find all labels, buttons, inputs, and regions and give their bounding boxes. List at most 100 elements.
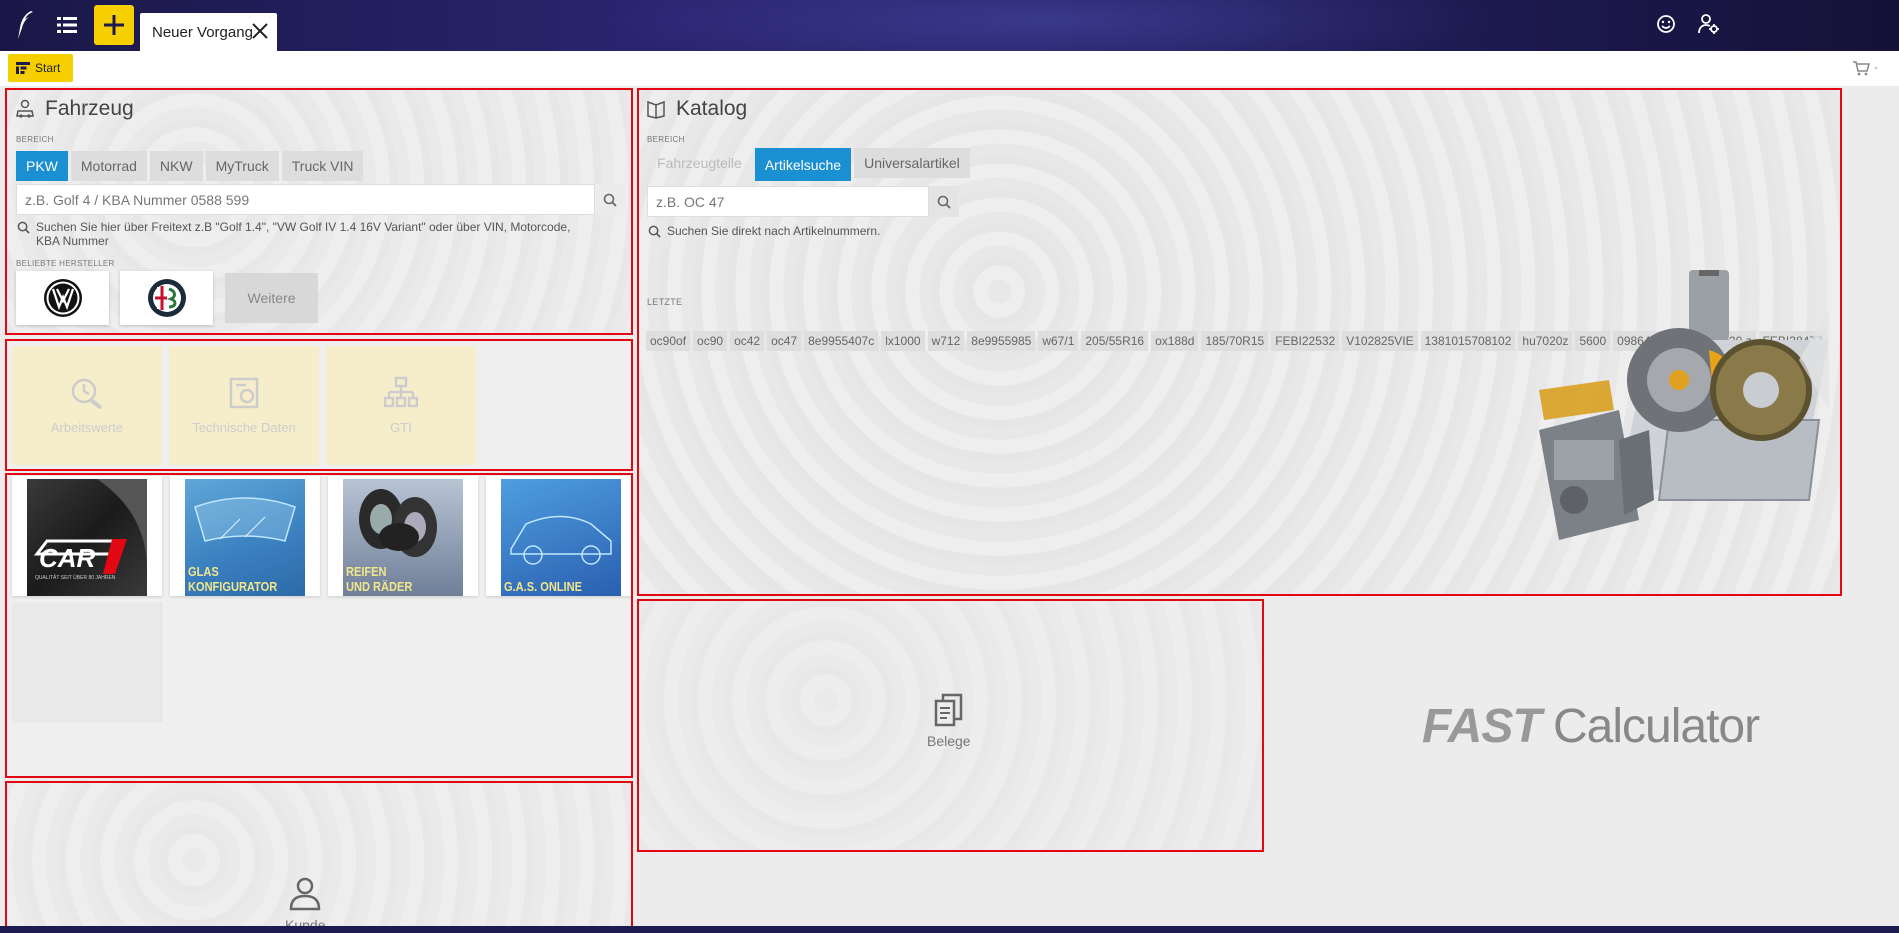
tile-gti-label: GTI — [390, 420, 412, 435]
recent-search-chip[interactable]: lx1000 — [881, 331, 925, 351]
tile-reifen-und-raeder[interactable]: REIFEN UND RÄDER — [328, 476, 478, 596]
tab-neuer-vorgang[interactable]: Neuer Vorgang — [140, 13, 277, 51]
fast-brand: FAST — [1422, 700, 1542, 753]
recent-search-chip[interactable]: w67/1 — [1038, 331, 1079, 351]
belege-label: Belege — [927, 733, 971, 749]
article-search-button[interactable] — [929, 186, 959, 217]
bereich-label: BEREICH — [16, 135, 54, 144]
recent-search-chip[interactable]: FEBI22532 — [1271, 331, 1340, 351]
tile-technische-daten[interactable]: Technische Daten — [169, 346, 319, 465]
empty-tile — [12, 602, 162, 722]
close-icon[interactable] — [251, 22, 269, 40]
gti-icon — [384, 376, 418, 408]
cart-button[interactable]: - — [1852, 59, 1888, 77]
recent-search-chip[interactable]: oc90of — [646, 331, 691, 351]
logo-icon[interactable] — [10, 8, 40, 42]
recent-search-chip[interactable]: 205/55R16 — [1081, 331, 1149, 351]
vw-logo-icon — [43, 279, 82, 317]
tile-arbeitswerte[interactable]: Arbeitswerte — [12, 346, 162, 465]
belege-button[interactable]: Belege — [927, 693, 971, 749]
glas-label: GLAS KONFIGURATOR — [188, 564, 278, 594]
alfa-romeo-logo-icon — [147, 279, 186, 317]
tile-gti[interactable]: GTI — [326, 346, 476, 465]
recent-search-chip[interactable]: ox188d — [1151, 331, 1199, 351]
top-bar-glow — [600, 0, 1500, 51]
documents-icon — [934, 693, 963, 727]
workarea: Start - Fahrzeug BEREICH PKW Motorrad NK… — [0, 51, 1899, 933]
start-label: Start — [35, 61, 61, 75]
tile-gas-online[interactable]: G.A.S. ONLINE — [486, 476, 631, 596]
katalog-title: Katalog — [646, 97, 747, 121]
car1-logo: CARQUALITÄT SEIT ÜBER 80 JAHREN — [33, 479, 147, 581]
bottom-strip — [0, 926, 1899, 933]
recent-search-chip[interactable]: 8e9955985 — [967, 331, 1036, 351]
top-bar: Neuer Vorgang — [0, 0, 1899, 51]
tab-fahrzeugteile[interactable]: Fahrzeugteile — [647, 148, 752, 178]
fahrzeug-title: Fahrzeug — [15, 97, 134, 121]
maker-alfa-romeo[interactable] — [120, 271, 213, 325]
user-settings-icon[interactable] — [1698, 12, 1720, 36]
fahrzeug-tabs: PKW Motorrad NKW MyTruck Truck VIN — [16, 151, 364, 181]
recent-search-chip[interactable]: oc42 — [730, 331, 765, 351]
kunde-panel[interactable]: Kunde — [5, 781, 633, 933]
tab-universalartikel[interactable]: Universalartikel — [854, 148, 970, 178]
search-icon — [17, 221, 30, 234]
reifen-label: REIFEN UND RÄDER — [346, 564, 413, 594]
fast-calculator-logo[interactable]: FAST Calculator — [1422, 699, 1760, 754]
maker-vw[interactable] — [16, 271, 109, 325]
recent-search-chip[interactable]: 185/70R15 — [1201, 331, 1269, 351]
tab-motorrad[interactable]: Motorrad — [70, 151, 147, 181]
clock-wrench-icon — [71, 378, 103, 410]
tab-truck-vin[interactable]: Truck VIN — [281, 151, 364, 181]
menu-icon[interactable] — [52, 10, 82, 40]
car1-logo-text: CAR — [39, 543, 96, 573]
tab-pkw[interactable]: PKW — [16, 151, 68, 181]
recent-search-chip[interactable]: 8e9955407c — [804, 331, 879, 351]
tile-technische-daten-label: Technische Daten — [192, 420, 296, 435]
search-icon — [648, 225, 661, 238]
recent-search-chip[interactable]: V102825VIE — [1342, 331, 1418, 351]
imagetiles-panel: CAR QUALITÄT SEIT ÜBER 80 JAHREN GLAS KONF… — [5, 473, 633, 778]
plus-icon[interactable] — [94, 5, 134, 45]
car1-image: CAR QUALITÄT SEIT ÜBER 80 JAHREN — [27, 479, 147, 596]
smiley-icon[interactable] — [1655, 13, 1677, 35]
cart-count: - — [1874, 62, 1878, 74]
parts-illustration — [1539, 270, 1829, 540]
person-icon — [289, 877, 321, 911]
katalog-panel: Katalog BEREICH Fahrzeugteile Artikelsuc… — [637, 88, 1842, 596]
vehicle-search-button[interactable] — [595, 184, 625, 215]
recent-search-chip[interactable]: w712 — [927, 331, 965, 351]
article-search-hint: Suchen Sie direkt nach Artikelnummern. — [648, 224, 880, 238]
article-search-input[interactable]: z.B. OC 47 — [647, 186, 929, 217]
car-user-icon — [16, 99, 34, 118]
tab-artikelsuche[interactable]: Artikelsuche — [754, 148, 852, 181]
search-icon — [603, 193, 617, 207]
search-icon — [937, 195, 951, 209]
more-makers-button[interactable]: Weitere — [225, 273, 318, 323]
vehicle-search-hint-text: Suchen Sie hier über Freitext z.B "Golf … — [36, 220, 571, 248]
start-icon — [16, 62, 30, 74]
tile-car1[interactable]: CAR QUALITÄT SEIT ÜBER 80 JAHREN — [12, 476, 162, 596]
fahrzeug-panel: Fahrzeug BEREICH PKW Motorrad NKW MyTruc… — [5, 88, 633, 335]
vehicle-search-input[interactable]: z.B. Golf 4 / KBA Nummer 0588 599 — [16, 184, 595, 215]
tech-data-icon — [229, 377, 259, 409]
tab-nkw[interactable]: NKW — [149, 151, 203, 181]
start-button[interactable]: Start — [8, 54, 73, 82]
recent-search-chip[interactable]: oc90 — [693, 331, 728, 351]
fast-product: Calculator — [1553, 700, 1760, 753]
katalog-title-text: Katalog — [676, 97, 748, 120]
tab-mytruck[interactable]: MyTruck — [205, 151, 279, 181]
sub-bar: Start - — [0, 51, 1899, 86]
fahrzeug-title-text: Fahrzeug — [45, 97, 134, 120]
vehicle-search-hint: Suchen Sie hier über Freitext z.B "Golf … — [17, 220, 587, 248]
katalog-bereich-label: BEREICH — [647, 135, 685, 144]
kunde-button[interactable]: Kunde — [285, 875, 325, 933]
tile-glas-konfigurator[interactable]: GLAS KONFIGURATOR — [170, 476, 320, 596]
makers-label: BELIEBTE HERSTELLER — [16, 259, 115, 268]
recent-search-chip[interactable]: oc47 — [767, 331, 802, 351]
belege-panel[interactable]: Belege — [637, 599, 1264, 852]
book-icon — [647, 100, 665, 119]
cart-icon — [1853, 61, 1870, 76]
car1-logo-tagline: QUALITÄT SEIT ÜBER 80 JAHREN — [35, 574, 116, 581]
gas-label: G.A.S. ONLINE — [504, 579, 582, 594]
